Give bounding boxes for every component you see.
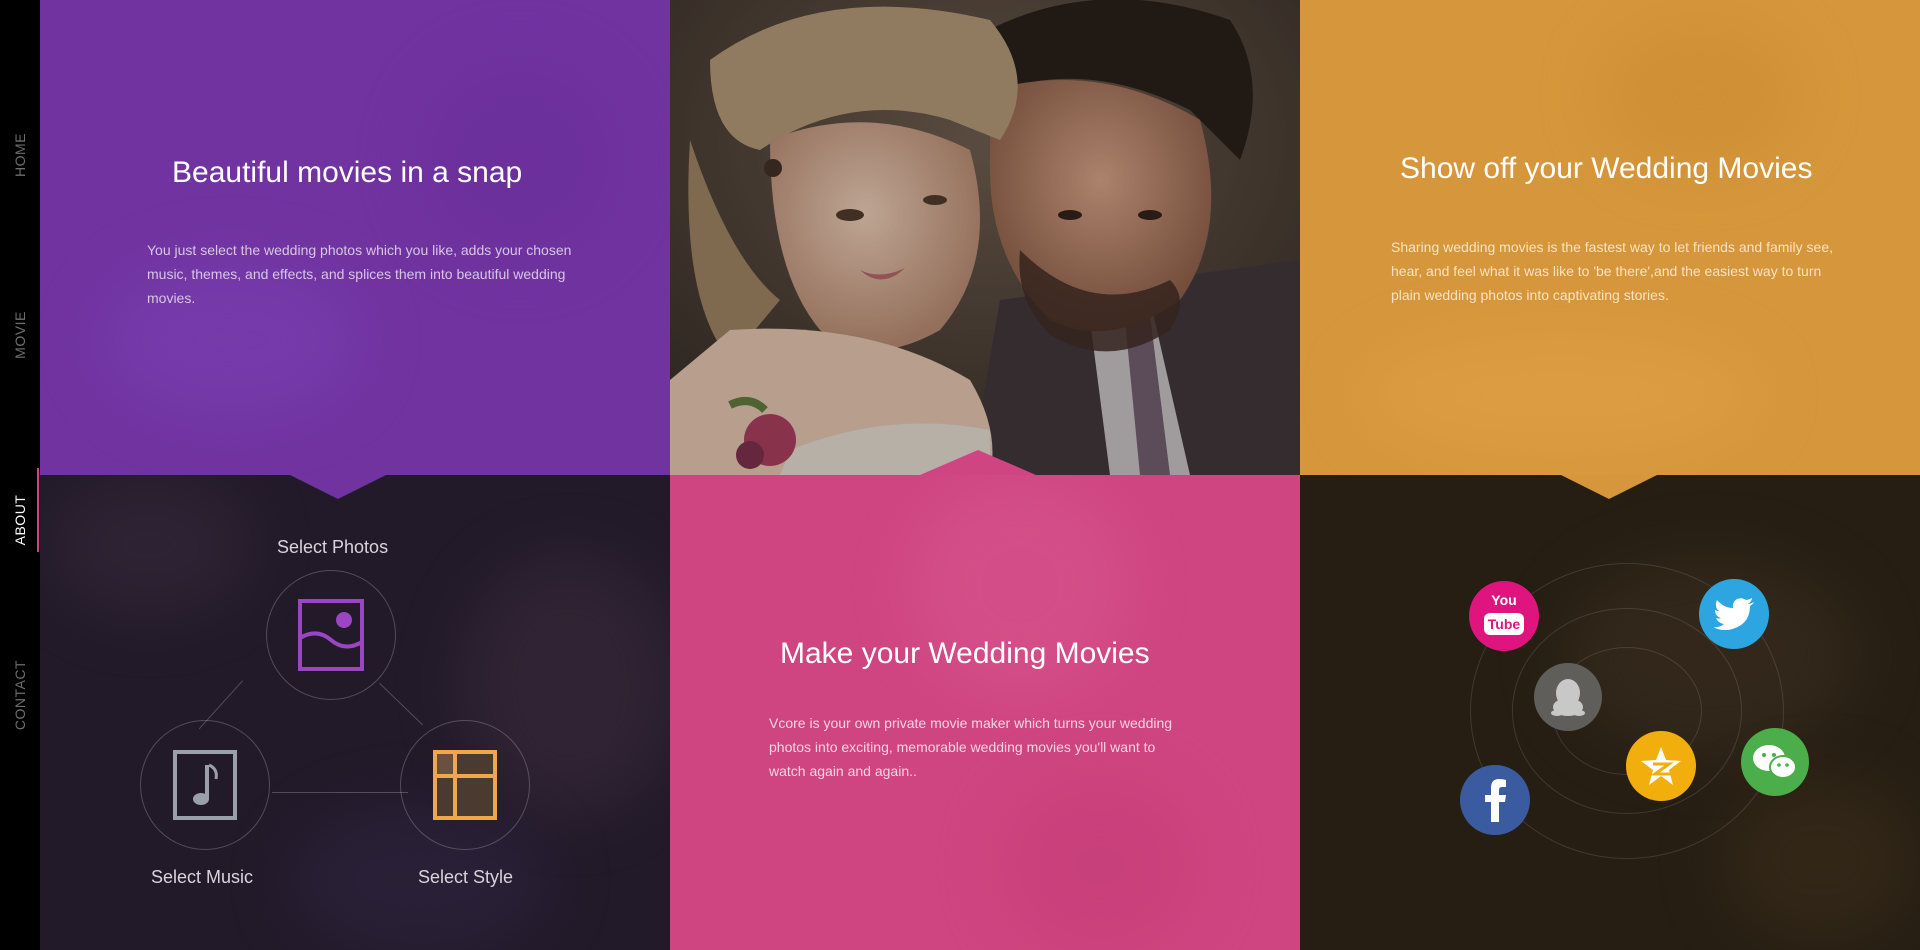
showoff-panel: Show off your Wedding Movies Sharing wed… [1300, 0, 1920, 475]
snap-panel: Beautiful movies in a snap You just sele… [40, 0, 670, 475]
wechat-button[interactable] [1741, 728, 1809, 796]
youtube-logo-bottom: Tube [1484, 613, 1524, 635]
facebook-button[interactable] [1460, 765, 1530, 835]
snap-body: You just select the wedding photos which… [147, 242, 572, 306]
photo-icon [298, 599, 364, 671]
select-photos-label: Select Photos [277, 537, 389, 557]
youtube-icon: You Tube [1469, 581, 1539, 651]
select-style-label: Select Style [418, 867, 514, 887]
make-pointer [920, 450, 1036, 475]
make-title: Make your Wedding Movies [780, 637, 1150, 670]
nav-item-about[interactable]: ABOUT [0, 460, 40, 580]
showoff-pointer [1561, 475, 1657, 499]
qq-icon [1551, 679, 1585, 716]
facebook-icon [1485, 779, 1506, 822]
youtube-button[interactable]: You Tube [1469, 581, 1539, 651]
snap-title: Beautiful movies in a snap [172, 156, 523, 189]
showoff-body: Sharing wedding movies is the fastest wa… [1391, 239, 1833, 303]
workflow-line-music-style [272, 792, 408, 793]
qzone-icon [1641, 747, 1681, 785]
nav-label-movie: MOVIE [12, 311, 28, 359]
make-panel: Make your Wedding Movies Vcore is your o… [670, 475, 1300, 950]
make-body: Vcore is your own private movie maker wh… [769, 715, 1173, 779]
side-nav: HOME MOVIE ABOUT CONTACT [0, 0, 40, 950]
snap-pointer [290, 475, 386, 499]
nav-item-contact[interactable]: CONTACT [0, 635, 40, 755]
select-photos-button[interactable] [266, 570, 396, 700]
music-note-icon [173, 750, 237, 820]
nav-label-about: ABOUT [12, 494, 28, 546]
social-panel: You Tube [1300, 475, 1920, 950]
qzone-button[interactable] [1626, 731, 1696, 801]
twitter-icon [1714, 598, 1754, 630]
couple-photo [670, 0, 1300, 475]
nav-item-home[interactable]: HOME [0, 95, 40, 215]
select-style-button[interactable] [400, 720, 530, 850]
twitter-button[interactable] [1699, 579, 1769, 649]
nav-label-home: HOME [12, 133, 28, 177]
layout-icon [433, 750, 497, 820]
nav-label-contact: CONTACT [12, 659, 28, 731]
showoff-title: Show off your Wedding Movies [1400, 152, 1813, 185]
qq-button[interactable] [1534, 663, 1602, 731]
wechat-icon [1753, 745, 1797, 779]
nav-item-movie[interactable]: MOVIE [0, 275, 40, 395]
select-music-label: Select Music [151, 867, 254, 887]
youtube-logo-top: You [1491, 592, 1517, 608]
workflow-panel: Select Photos Select Music Select Style [40, 475, 670, 950]
workflow-line-photos-style [379, 683, 424, 726]
select-music-button[interactable] [140, 720, 270, 850]
